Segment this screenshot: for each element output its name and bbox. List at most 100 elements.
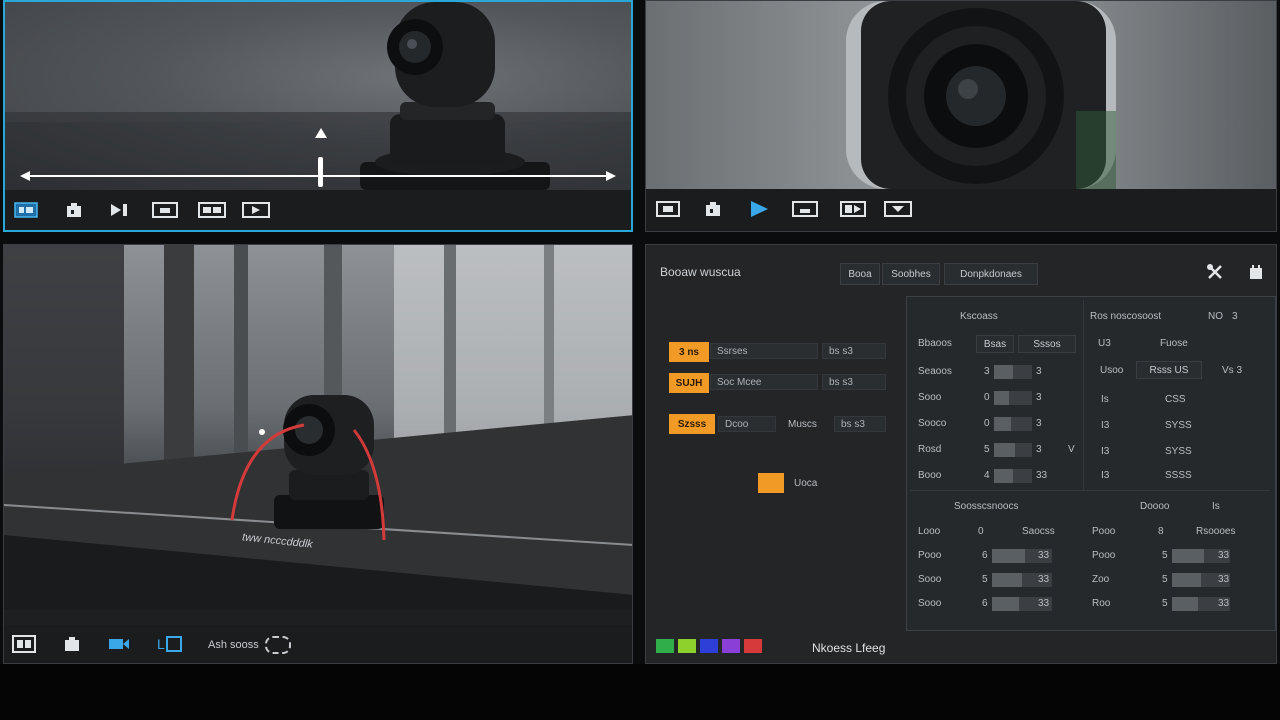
table-row: I3 SYSS <box>1101 417 1261 435</box>
row-num: 5 <box>982 574 988 585</box>
field-value: bs s3 <box>829 345 853 357</box>
screen-icon[interactable] <box>13 200 39 220</box>
table-right-subheader: Fuose <box>1160 338 1188 349</box>
swatch-purple[interactable] <box>722 639 740 653</box>
film-icon[interactable] <box>883 199 913 219</box>
quick-field[interactable]: Soc Mcee <box>710 374 818 390</box>
layout-icon[interactable]: L <box>154 633 184 655</box>
row-value: 3 <box>1036 418 1042 429</box>
table-row: Sooo 6 33 <box>918 595 1088 613</box>
table-right-sub2: Usoo <box>1100 365 1124 376</box>
row-slider[interactable] <box>994 365 1032 379</box>
button-label: Szsss <box>677 418 707 430</box>
table-row: Zoo 5 33 <box>1092 571 1264 589</box>
table-left-header: Kscoass <box>960 311 998 322</box>
vertical-divider <box>1083 300 1084 490</box>
row-value: SYSS <box>1165 420 1192 431</box>
camera-icon[interactable] <box>106 633 132 655</box>
sub-tab[interactable]: Rsss US <box>1136 361 1202 379</box>
row-label: Pooo <box>1092 526 1116 537</box>
settings-icon[interactable] <box>1244 261 1268 283</box>
swatch-lime[interactable] <box>678 639 696 653</box>
field-label: Soc Mcee <box>717 376 762 388</box>
slider-fill <box>1172 597 1199 611</box>
row-label: Rosd <box>918 444 942 455</box>
row-value: Rsoooes <box>1196 526 1236 537</box>
swatch-red[interactable] <box>744 639 762 653</box>
sub-tab[interactable]: Sssos <box>1018 335 1076 353</box>
quick-value[interactable]: bs s3 <box>822 343 886 359</box>
slider-fill <box>992 573 1022 587</box>
table-row: I3 SYSS <box>1101 443 1261 461</box>
preset-icon[interactable] <box>59 633 85 655</box>
camera-toolbar <box>646 189 1276 231</box>
row-num: 6 <box>982 598 988 609</box>
grid-icon[interactable] <box>10 633 38 655</box>
row-slider[interactable] <box>994 391 1032 405</box>
row-value: SSSS <box>1165 470 1192 481</box>
row-label: Pooo <box>1092 550 1116 561</box>
preset-icon[interactable] <box>700 199 726 219</box>
tab-label: Rsss US <box>1149 364 1189 376</box>
quick-button[interactable]: SUJH <box>669 373 709 393</box>
quick-value[interactable]: bs s3 <box>822 374 886 390</box>
row-slider[interactable] <box>994 417 1032 431</box>
quick-value[interactable]: bs s3 <box>834 416 886 432</box>
quick-field[interactable]: Ssrses <box>710 343 818 359</box>
row-num: 5 <box>1162 550 1168 561</box>
swatch-green[interactable] <box>656 639 674 653</box>
quick-button[interactable]: 3 ns <box>669 342 709 362</box>
table-right-header-value: 3 <box>1232 311 1238 322</box>
screen-icon[interactable] <box>655 199 681 219</box>
slider-fill <box>1172 549 1204 563</box>
table-row: Booo 4 33 <box>918 467 1078 485</box>
tab-donpkdonaes[interactable]: Donpkdonaes <box>944 263 1038 285</box>
camera-feed[interactable] <box>646 1 1276 189</box>
row-num: 0 <box>978 526 984 537</box>
tab-soobhes[interactable]: Soobhes <box>882 263 940 285</box>
table-row: Looo 0 Saocss <box>918 523 1088 541</box>
sub-tab[interactable]: Bsas <box>976 335 1014 353</box>
row-value: 33 <box>1036 470 1048 481</box>
tab-label: Sssos <box>1033 338 1061 350</box>
row-label: Pooo <box>918 550 942 561</box>
quick-button[interactable]: Szsss <box>669 414 715 434</box>
row-value: 33 <box>1218 550 1230 561</box>
row-value: 33 <box>1218 598 1230 609</box>
row-trailing: V <box>1068 444 1075 455</box>
frame-icon[interactable] <box>791 199 819 219</box>
table-row: Seaoos 3 3 <box>918 363 1078 381</box>
camera-feed[interactable]: tww ncccdddlk <box>4 245 632 609</box>
loop-icon[interactable] <box>264 636 291 654</box>
frame-icon[interactable] <box>151 200 179 220</box>
tab-label: Booa <box>848 268 872 280</box>
film-icon[interactable] <box>241 200 271 220</box>
row-value: 33 <box>1218 574 1230 585</box>
skip-icon[interactable] <box>105 200 133 220</box>
bottom-bar <box>0 664 1280 720</box>
tab-booa[interactable]: Booa <box>840 263 880 285</box>
pan-slider-handle[interactable] <box>318 157 323 187</box>
tilt-up-arrow-icon[interactable] <box>315 128 327 138</box>
status-text: Ash sooss <box>208 639 259 651</box>
single-button[interactable] <box>758 473 784 493</box>
swatch-blue[interactable] <box>700 639 718 653</box>
row-slider[interactable] <box>994 443 1032 457</box>
table-row: Rosd 5 3 V <box>918 441 1083 459</box>
camera-view-top-right <box>645 0 1277 232</box>
record-icon[interactable] <box>197 200 227 220</box>
table-left-subheader: Bbaoos <box>918 338 952 349</box>
record-icon[interactable] <box>839 199 867 219</box>
row-slider[interactable] <box>994 469 1032 483</box>
row-num: I3 <box>1101 470 1110 481</box>
camera-feed[interactable] <box>5 2 631 190</box>
camera-image <box>846 1 1116 189</box>
quick-field[interactable]: Dcoo <box>718 416 776 432</box>
button-label: 3 ns <box>678 346 699 358</box>
preset-icon[interactable] <box>61 200 87 220</box>
tab-label: Soobhes <box>891 268 931 280</box>
tools-icon[interactable] <box>1202 261 1228 283</box>
row-num: 5 <box>1162 598 1168 609</box>
play-icon[interactable] <box>746 199 772 219</box>
table-bottom-right-header: Doooo <box>1140 501 1170 512</box>
